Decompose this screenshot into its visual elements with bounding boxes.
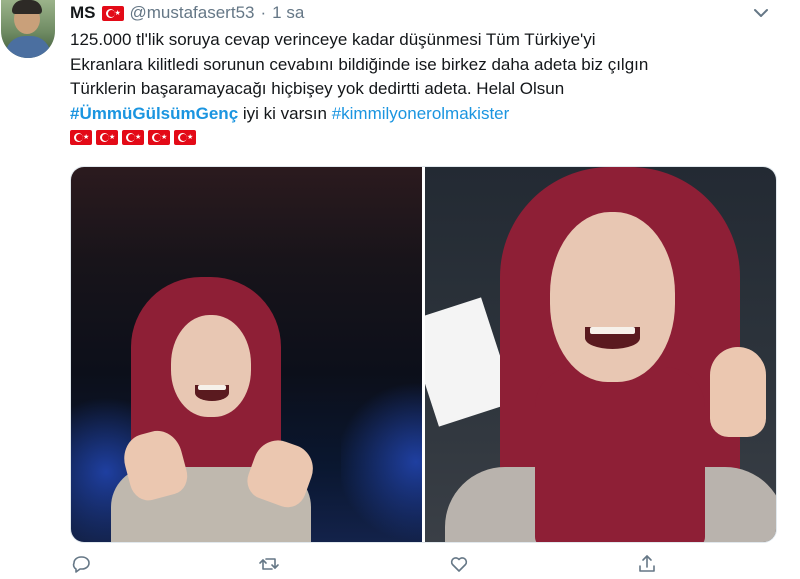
tweet-line-2: Ekranlara kilitledi sorunun cevabını bil…: [70, 54, 649, 74]
author-name[interactable]: MS: [70, 3, 96, 23]
media-photo-left[interactable]: [71, 167, 422, 542]
avatar[interactable]: [1, 0, 55, 58]
face: [171, 315, 251, 417]
turkish-flag-emoji: ★: [122, 130, 144, 145]
stage-light: [341, 377, 422, 542]
media-photo-right[interactable]: [425, 167, 776, 542]
avatar-shirt: [5, 36, 51, 58]
tweet-timestamp[interactable]: 1 sa: [272, 3, 304, 23]
separator-dot: ·: [260, 3, 267, 22]
teeth: [198, 385, 226, 390]
turkish-flag-emoji: ★: [70, 130, 92, 145]
hashtag-kimmilyonerolmakister[interactable]: #kimmilyonerolmakister: [332, 104, 510, 123]
tweet-text: 125.000 tl'lik soruya cevap verinceye ka…: [70, 28, 780, 126]
like-icon[interactable]: [448, 553, 470, 575]
thumbs-up-hand: [710, 347, 766, 437]
turkish-flag-emoji: ★: [174, 130, 196, 145]
turkish-flag-emoji: ★: [148, 130, 170, 145]
share-icon[interactable]: [636, 553, 658, 575]
teeth: [590, 327, 635, 334]
avatar-hair: [12, 0, 42, 14]
turkish-flag-emoji: ★: [96, 130, 118, 145]
face: [550, 212, 675, 382]
retweet-icon[interactable]: [258, 553, 280, 575]
flag-emoji-row: ★ ★ ★ ★ ★: [70, 130, 196, 145]
tweet-line-4: #ÜmmüGülsümGenç iyi ki varsın #kimmilyon…: [70, 102, 780, 127]
tweet-header: MS ★ @mustafasert53 · 1 sa: [70, 2, 304, 24]
tweet-line-3: Türklerin başaramayacağı hiçbişey yok de…: [70, 79, 565, 98]
tweet-media: [70, 166, 777, 543]
hijab-drape: [535, 367, 705, 542]
hashtag-ummugulsumgenc[interactable]: #ÜmmüGülsümGenç: [70, 104, 238, 123]
reply-icon[interactable]: [70, 553, 92, 575]
tweet-actions: [70, 553, 710, 577]
author-handle[interactable]: @mustafasert53: [130, 3, 255, 23]
chevron-down-icon[interactable]: [752, 4, 770, 22]
turkish-flag-emoji: ★: [101, 5, 124, 21]
tweet-middle-text: iyi ki varsın: [238, 103, 332, 123]
tweet-line-1: 125.000 tl'lik soruya cevap verinceye ka…: [70, 30, 596, 49]
